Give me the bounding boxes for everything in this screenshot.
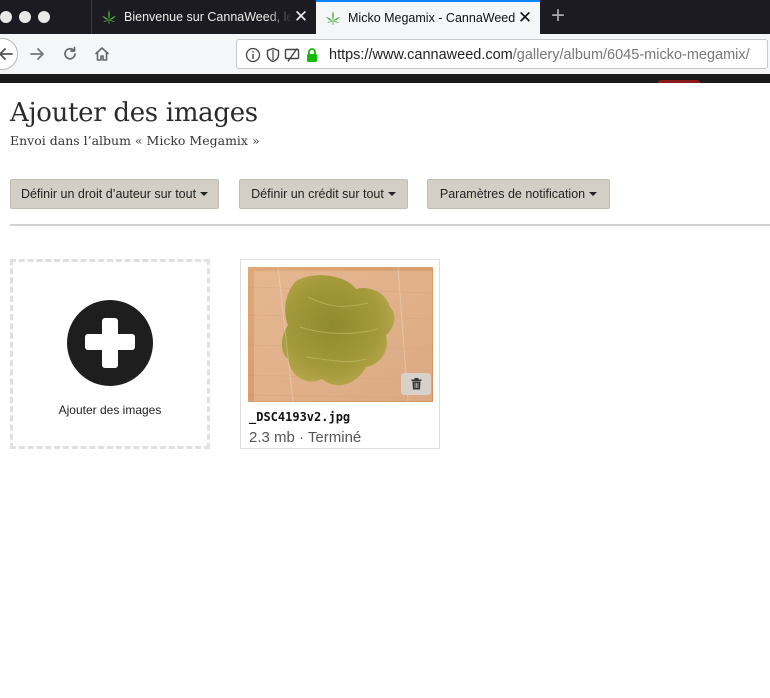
url-bar[interactable]: https://www.cannaweed.com/gallery/album/… bbox=[236, 39, 768, 69]
tab-title: Bienvenue sur CannaWeed, le s bbox=[124, 10, 292, 24]
tab-title: Micko Megamix - CannaWeed bbox=[348, 11, 516, 25]
url-path: /gallery/album/6045-micko-megamix/ bbox=[512, 47, 750, 63]
window-minimize-dot[interactable] bbox=[19, 11, 31, 23]
notification-settings-button[interactable]: Paramètres de notification bbox=[427, 179, 610, 209]
forward-arrow-icon bbox=[30, 48, 44, 60]
file-thumbnail[interactable] bbox=[248, 267, 433, 402]
reload-icon bbox=[64, 46, 76, 60]
info-icon[interactable] bbox=[245, 47, 261, 63]
set-copyright-label: Définir un droit d’auteur sur tout bbox=[20, 187, 197, 201]
trash-icon bbox=[411, 378, 421, 390]
url-text: https://www.cannaweed.com/gallery/album/… bbox=[329, 47, 750, 63]
caret-down-icon bbox=[589, 192, 598, 196]
site-header-tab[interactable] bbox=[658, 80, 700, 83]
file-name: _DSC4193v2.jpg bbox=[249, 410, 351, 424]
divider bbox=[10, 224, 770, 226]
uploaded-file-card: _DSC4193v2.jpg 2.3 mb · Terminé bbox=[240, 259, 440, 449]
cannabis-leaf-icon bbox=[326, 11, 340, 25]
tab-micko-megamix[interactable]: Micko Megamix - CannaWeed ✕ bbox=[316, 0, 540, 34]
tab-close-icon[interactable]: ✕ bbox=[516, 9, 534, 27]
notification-settings-label: Paramètres de notification bbox=[439, 187, 586, 201]
home-icon bbox=[94, 47, 110, 61]
reload-button[interactable] bbox=[59, 43, 81, 65]
tab-bienvenue[interactable]: Bienvenue sur CannaWeed, le s ✕ bbox=[91, 0, 316, 34]
url-host: https://www.cannaweed.com bbox=[329, 47, 513, 63]
permissions-icon[interactable] bbox=[284, 47, 300, 63]
caret-down-icon bbox=[200, 192, 209, 196]
page-title: Ajouter des images bbox=[10, 98, 258, 128]
home-button[interactable] bbox=[91, 43, 113, 65]
file-status: 2.3 mb · Terminé bbox=[249, 429, 362, 446]
plus-icon bbox=[67, 300, 153, 386]
browser-tab-bar: Bienvenue sur CannaWeed, le s ✕ Micko Me… bbox=[0, 0, 770, 34]
set-credit-label: Définir un crédit sur tout bbox=[251, 187, 384, 201]
page-subtitle: Envoi dans l’album « Micko Megamix » bbox=[10, 133, 260, 148]
set-credit-button[interactable]: Définir un crédit sur tout bbox=[239, 179, 408, 209]
new-tab-button[interactable]: + bbox=[548, 4, 568, 28]
browser-nav-bar: https://www.cannaweed.com/gallery/album/… bbox=[0, 34, 770, 75]
add-images-dropzone[interactable]: Ajouter des images bbox=[10, 259, 210, 449]
caret-down-icon bbox=[387, 192, 396, 196]
site-header bbox=[0, 74, 770, 83]
tab-close-icon[interactable]: ✕ bbox=[292, 8, 310, 26]
cannabis-leaf-icon bbox=[102, 10, 116, 24]
lock-icon bbox=[307, 48, 317, 62]
back-arrow-icon bbox=[0, 48, 13, 60]
add-images-label: Ajouter des images bbox=[58, 403, 162, 417]
forward-button[interactable] bbox=[27, 43, 49, 65]
window-close-dot[interactable] bbox=[0, 11, 12, 23]
window-zoom-dot[interactable] bbox=[38, 11, 50, 23]
shield-icon[interactable] bbox=[265, 47, 281, 63]
delete-file-button[interactable] bbox=[401, 373, 431, 395]
set-copyright-button[interactable]: Définir un droit d’auteur sur tout bbox=[10, 179, 219, 209]
